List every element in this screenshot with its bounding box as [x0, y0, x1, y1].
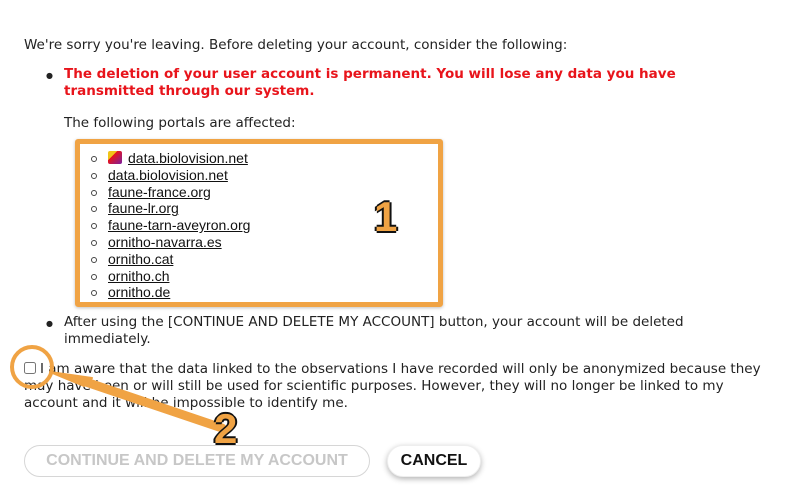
- cancel-button[interactable]: CANCEL: [387, 445, 481, 477]
- bullet-icon: ●: [46, 319, 53, 328]
- continue-delete-button[interactable]: CONTINUE AND DELETE MY ACCOUNT: [24, 445, 370, 477]
- highlight-circle: [10, 345, 54, 389]
- consent-label: I am aware that the data linked to the o…: [24, 361, 761, 411]
- annotation-number-1: 1: [374, 193, 398, 240]
- warning-text: The deletion of your user account is per…: [64, 66, 676, 99]
- consent-row: I am aware that the data linked to the o…: [24, 361, 764, 412]
- bullet-icon: ●: [46, 71, 53, 80]
- deletion-notice: After using the [CONTINUE AND DELETE MY …: [64, 314, 684, 347]
- affected-portals-label: The following portals are affected:: [64, 115, 296, 131]
- intro-text: We're sorry you're leaving. Before delet…: [24, 37, 568, 53]
